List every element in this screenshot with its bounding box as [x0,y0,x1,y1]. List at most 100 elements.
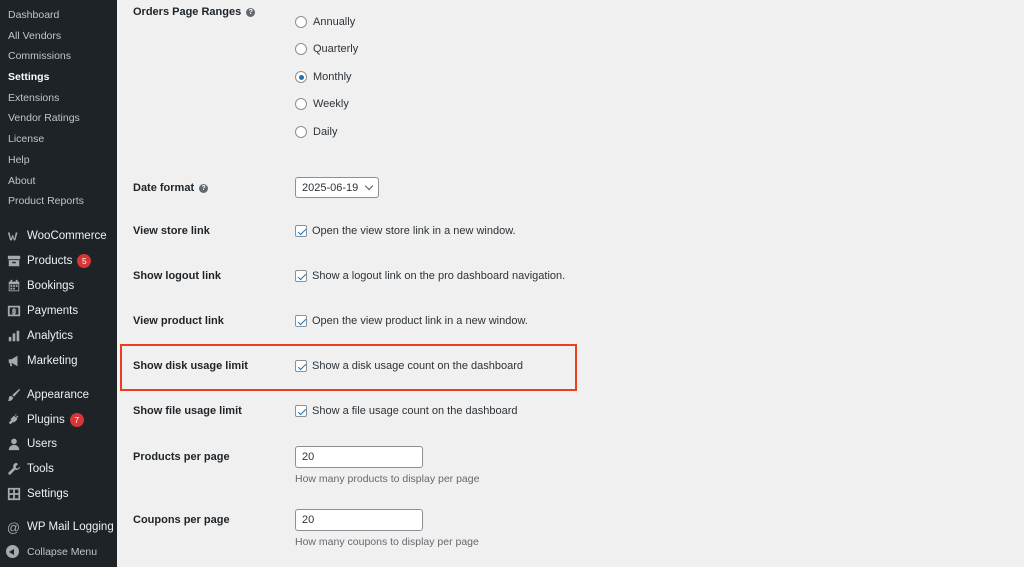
show-logout-link-label: Show logout link [133,270,221,282]
archive-icon [6,254,21,269]
update-count-badge: 5 [77,254,92,268]
submenu-product-reports[interactable]: Product Reports [8,195,84,207]
menu-settings[interactable]: Settings [6,484,69,504]
chevron-down-icon [364,181,374,191]
menu-label: WooCommerce [27,230,107,242]
radio-label: Weekly [313,98,349,110]
view-product-link-option[interactable]: Open the view product link in a new wind… [295,315,528,327]
menu-wp-mail-logging[interactable]: @ WP Mail Logging [6,517,114,537]
select-value: 2025-06-19 [302,181,359,194]
menu-users[interactable]: Users [6,434,57,454]
megaphone-icon [6,354,21,369]
checkbox[interactable] [295,225,307,237]
products-per-page-input[interactable] [295,446,423,468]
submenu-settings[interactable]: Settings [8,71,49,83]
show-disk-usage-limit-option[interactable]: Show a disk usage count on the dashboard [295,360,523,372]
checkbox[interactable] [295,405,307,417]
submenu-dashboard[interactable]: Dashboard [8,9,59,21]
update-count-badge: 7 [69,413,84,427]
at-sign-icon: @ [6,519,21,535]
checkbox[interactable] [295,360,307,372]
menu-label: Settings [27,488,69,500]
menu-label: Marketing [27,355,78,367]
menu-plugins[interactable]: Plugins 7 [6,410,84,430]
menu-appearance[interactable]: Appearance [6,385,89,405]
radio-weekly[interactable]: Weekly [295,98,349,110]
submenu-license[interactable]: License [8,133,44,145]
menu-label: Analytics [27,330,74,342]
submenu-vendor-ratings[interactable]: Vendor Ratings [8,112,80,124]
coupons-per-page-description: How many coupons to display per page [295,536,479,548]
label-text: Date format [133,182,195,194]
menu-label: Payments [27,305,79,317]
settings-icon [6,487,21,502]
admin-sidebar: Dashboard All Vendors Commissions Settin… [0,0,117,567]
radio-button[interactable] [295,126,307,138]
submenu-help[interactable]: Help [8,154,30,166]
radio-quarterly[interactable]: Quarterly [295,43,358,55]
menu-label: Products [27,255,73,267]
help-icon[interactable]: ? [246,7,256,17]
checkbox-label: Open the view store link in a new window… [312,225,516,237]
collapse-label: Collapse Menu [27,545,98,558]
view-store-link-option[interactable]: Open the view store link in a new window… [295,225,516,237]
menu-payments[interactable]: Payments [6,301,78,321]
show-disk-usage-limit-label: Show disk usage limit [133,360,248,372]
radio-label: Daily [313,126,338,138]
radio-annually[interactable]: Annually [295,16,355,28]
radio-label: Annually [313,16,356,28]
wrench-icon [6,462,21,477]
coupons-per-page-label: Coupons per page [133,514,230,526]
submenu-extensions[interactable]: Extensions [8,92,59,104]
checkbox-label: Show a disk usage count on the dashboard [312,360,523,372]
user-icon [6,437,21,452]
checkbox-label: Show a logout link on the pro dashboard … [312,270,566,282]
label-text: Orders Page Ranges [133,6,242,18]
menu-label: Tools [27,463,54,475]
checkbox[interactable] [295,270,307,282]
radio-daily[interactable]: Daily [295,126,337,138]
radio-button[interactable] [295,71,307,83]
submenu-commissions[interactable]: Commissions [8,50,71,62]
coupons-per-page-input[interactable] [295,509,423,531]
orders-page-ranges-label: Orders Page Ranges ? [133,6,256,18]
submenu-about[interactable]: About [8,175,35,187]
radio-label: Monthly [313,71,352,83]
radio-monthly[interactable]: Monthly [295,71,352,83]
checkbox[interactable] [295,315,307,327]
menu-products[interactable]: Products 5 [6,251,92,271]
calendar-icon [6,279,21,294]
products-per-page-label: Products per page [133,451,230,463]
help-icon[interactable]: ? [199,183,209,193]
menu-bookings[interactable]: Bookings [6,276,74,296]
checkbox-label: Open the view product link in a new wind… [312,315,528,327]
show-file-usage-limit-option[interactable]: Show a file usage count on the dashboard [295,405,517,417]
menu-label: Appearance [27,389,90,401]
menu-label: Users [27,438,58,450]
view-store-link-label: View store link [133,225,210,237]
view-product-link-label: View product link [133,315,224,327]
submenu-all-vendors[interactable]: All Vendors [8,30,61,42]
menu-label: WP Mail Logging [27,521,114,533]
menu-label: Plugins [27,414,65,426]
checkbox-label: Show a file usage count on the dashboard [312,405,518,417]
menu-tools[interactable]: Tools [6,459,54,479]
products-per-page-description: How many products to display per page [295,473,480,485]
menu-marketing[interactable]: Marketing [6,351,78,371]
date-format-label: Date format ? [133,182,209,194]
radio-button[interactable] [295,43,307,55]
collapse-arrow-icon [6,545,19,558]
dollar-icon [6,304,21,319]
radio-button[interactable] [295,98,307,110]
radio-button[interactable] [295,16,307,28]
collapse-menu-button[interactable]: Collapse Menu [6,545,97,558]
menu-label: Bookings [27,280,75,292]
show-file-usage-limit-label: Show file usage limit [133,405,242,417]
show-logout-link-option[interactable]: Show a logout link on the pro dashboard … [295,270,565,282]
woocommerce-icon [6,229,21,244]
date-format-select[interactable]: 2025-06-19 [295,177,379,198]
bar-chart-icon [6,329,21,344]
menu-analytics[interactable]: Analytics [6,326,73,346]
paintbrush-icon [6,388,21,403]
menu-woocommerce[interactable]: WooCommerce [6,226,107,246]
